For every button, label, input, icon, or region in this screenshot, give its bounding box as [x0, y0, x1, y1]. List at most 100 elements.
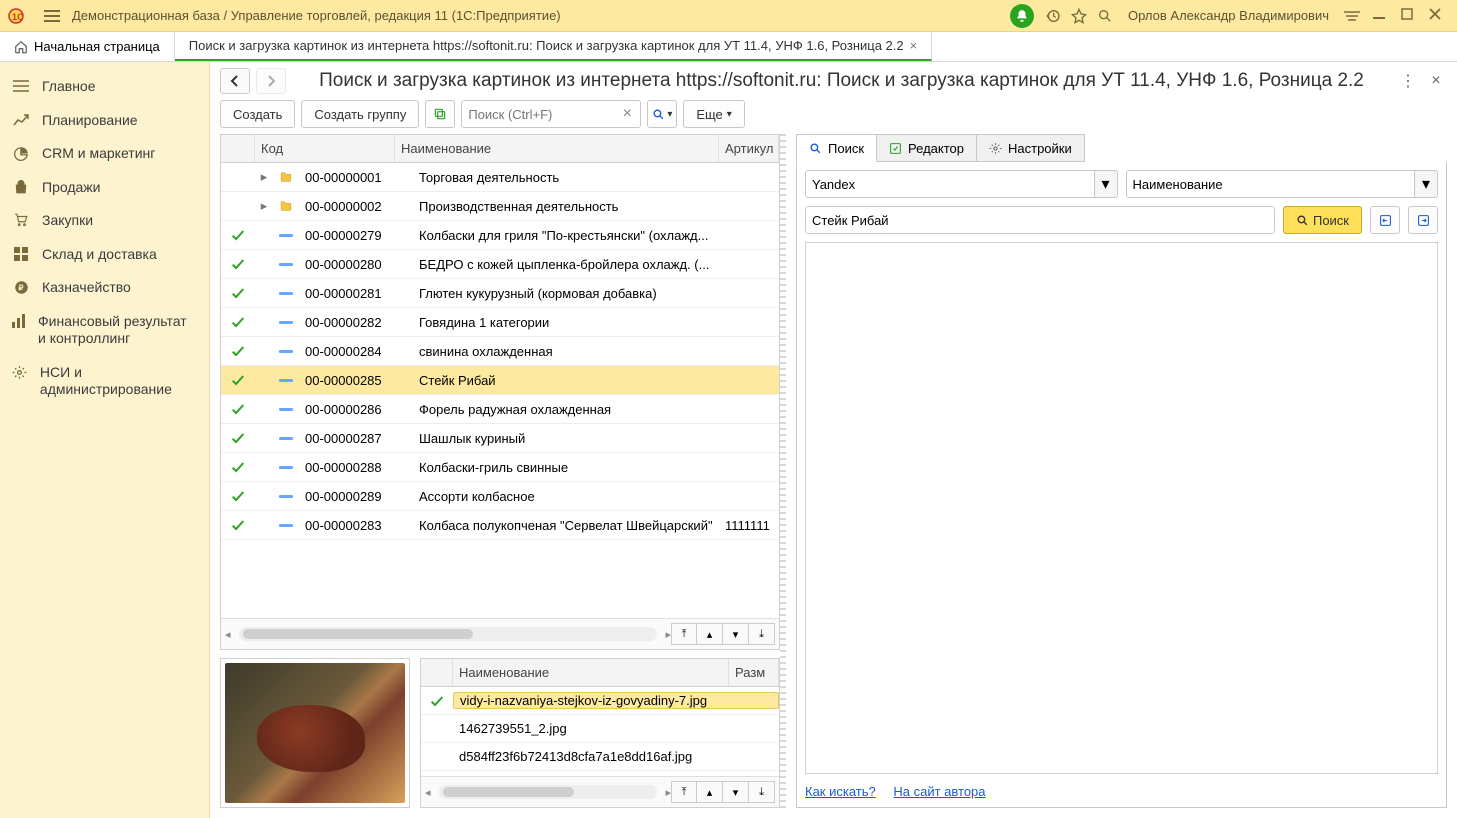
search-input[interactable]	[461, 100, 641, 128]
right-tab-settings[interactable]: Настройки	[977, 134, 1085, 162]
row-code: 00-00000285	[299, 373, 413, 388]
files-col-size[interactable]: Разм	[729, 659, 779, 686]
table-row[interactable]: ▸00-00000283Колбаса полукопченая "Сервел…	[221, 511, 779, 540]
panel-settings-icon[interactable]	[1339, 3, 1365, 29]
col-name[interactable]: Наименование	[395, 135, 719, 162]
files-col-name[interactable]: Наименование	[453, 659, 729, 686]
nav-item-crm[interactable]: CRM и маркетинг	[0, 137, 209, 171]
row-mark	[221, 256, 255, 272]
create-group-button[interactable]: Создать группу	[301, 100, 419, 128]
notifications-icon[interactable]	[1010, 4, 1034, 28]
row-mark	[221, 372, 255, 388]
files-scroll-up-button[interactable]: ▴	[697, 781, 723, 803]
scroll-down-button[interactable]: ▾	[723, 623, 749, 645]
files-scroll-top-button[interactable]: ⤒	[671, 781, 697, 803]
home-icon	[14, 40, 28, 54]
scroll-up-button[interactable]: ▴	[697, 623, 723, 645]
scroll-bottom-button[interactable]: ⤓	[749, 623, 775, 645]
file-row[interactable]: d584ff23f6b72413d8cfa7a1e8dd16af.jpg	[421, 743, 779, 771]
file-row[interactable]: 1462739551_2.jpg	[421, 715, 779, 743]
global-search-icon[interactable]	[1092, 3, 1118, 29]
window-close-icon[interactable]	[1421, 8, 1449, 23]
nav-item-admin[interactable]: НСИ и администрирование	[0, 356, 209, 407]
files-col-mark[interactable]	[421, 659, 453, 686]
table-row[interactable]: ▸00-00000281Глютен кукурузный (кормовая …	[221, 279, 779, 308]
create-group-label: Создать группу	[314, 107, 406, 122]
file-row[interactable]: vidy-i-nazvaniya-stejkov-iz-govyadiny-7.…	[421, 687, 779, 715]
tab-home[interactable]: Начальная страница	[0, 32, 175, 61]
more-button[interactable]: Еще▾	[683, 100, 744, 128]
col-code[interactable]: Код	[255, 135, 395, 162]
query-input[interactable]	[805, 206, 1275, 234]
table-row[interactable]: ▸00-00000279Колбаски для гриля "По-крест…	[221, 221, 779, 250]
expand-icon[interactable]: ▸	[255, 169, 273, 185]
expand-icon: ▸	[255, 372, 273, 388]
engine-select: ▾	[805, 170, 1118, 198]
table-row[interactable]: ▸00-00000287Шашлык куриный	[221, 424, 779, 453]
right-tab-search[interactable]: Поиск	[796, 134, 877, 162]
nav-back-button[interactable]	[220, 68, 250, 94]
tab-close-icon[interactable]: ×	[910, 38, 918, 53]
do-search-button[interactable]: Поиск	[1283, 206, 1362, 234]
copy-button[interactable]	[425, 100, 455, 128]
nav-item-finance[interactable]: Финансовый результат и контроллинг	[0, 305, 209, 356]
page-close-icon[interactable]: ×	[1425, 72, 1447, 90]
item-icon	[273, 292, 299, 295]
files-h-scrollbar[interactable]	[439, 785, 658, 799]
row-name: Глютен кукурузный (кормовая добавка)	[413, 286, 719, 301]
history-icon[interactable]	[1040, 3, 1066, 29]
favorites-icon[interactable]	[1066, 3, 1092, 29]
nav-forward-button[interactable]	[256, 68, 286, 94]
window-minimize-icon[interactable]	[1365, 8, 1393, 23]
row-mark	[221, 459, 255, 475]
search-clear-icon[interactable]: ×	[617, 104, 637, 124]
link-author[interactable]: На сайт автора	[893, 784, 985, 799]
table-row[interactable]: ▸00-00000285Стейк Рибай	[221, 366, 779, 395]
nav-item-purchases[interactable]: Закупки	[0, 204, 209, 238]
nav-item-warehouse[interactable]: Склад и доставка	[0, 238, 209, 272]
window-maximize-icon[interactable]	[1393, 8, 1421, 23]
nav-item-sales[interactable]: Продажи	[0, 171, 209, 205]
table-row[interactable]: ▸00-00000282Говядина 1 категории	[221, 308, 779, 337]
create-button[interactable]: Создать	[220, 100, 295, 128]
table-row[interactable]: ▸00-00000286Форель радужная охлажденная	[221, 395, 779, 424]
expand-icon: ▸	[255, 430, 273, 446]
main-menu-icon[interactable]	[42, 6, 62, 26]
vertical-splitter[interactable]	[780, 134, 786, 808]
table-row[interactable]: ▸00-00000280БЕДРО с кожей цыпленка-бройл…	[221, 250, 779, 279]
tab-active[interactable]: Поиск и загрузка картинок из интернета h…	[175, 32, 932, 61]
section-nav: Главное Планирование CRM и маркетинг Про…	[0, 62, 210, 818]
link-howto[interactable]: Как искать?	[805, 784, 876, 799]
table-row[interactable]: ▸00-00000002Производственная деятельност…	[221, 192, 779, 221]
engine-select-dropdown[interactable]: ▾	[1094, 170, 1118, 198]
files-scroll-down-button[interactable]: ▾	[723, 781, 749, 803]
expand-icon[interactable]: ▸	[255, 198, 273, 214]
right-tab-editor[interactable]: Редактор	[877, 134, 977, 162]
files-scroll-bottom-button[interactable]: ⤓	[749, 781, 775, 803]
row-name: Колбаса полукопченая "Сервелат Швейцарск…	[413, 518, 719, 533]
scroll-top-button[interactable]: ⤒	[671, 623, 697, 645]
h-scrollbar[interactable]	[239, 627, 658, 641]
page-more-icon[interactable]: ⋮	[1397, 71, 1419, 91]
searchby-select-dropdown[interactable]: ▾	[1414, 170, 1438, 198]
table-row[interactable]: ▸00-00000284свинина охлажденная	[221, 337, 779, 366]
table-row[interactable]: ▸00-00000288Колбаски-гриль свинные	[221, 453, 779, 482]
col-article[interactable]: Артикул	[719, 135, 779, 162]
search-button[interactable]: ▾	[647, 100, 677, 128]
col-mark[interactable]	[221, 135, 255, 162]
item-icon	[273, 379, 299, 382]
row-name: Производственная деятельность	[413, 199, 719, 214]
import-button[interactable]	[1370, 206, 1400, 234]
table-row[interactable]: ▸00-00000001Торговая деятельность	[221, 163, 779, 192]
user-name[interactable]: Орлов Александр Владимирович	[1128, 8, 1329, 23]
searchby-select-value[interactable]	[1126, 170, 1415, 198]
nav-item-treasury[interactable]: ₽Казначейство	[0, 271, 209, 305]
table-row[interactable]: ▸00-00000289Ассорти колбасное	[221, 482, 779, 511]
image-preview[interactable]	[220, 658, 410, 808]
export-button[interactable]	[1408, 206, 1438, 234]
engine-select-value[interactable]	[805, 170, 1094, 198]
row-code: 00-00000288	[299, 460, 413, 475]
nav-item-planning[interactable]: Планирование	[0, 104, 209, 138]
pie-icon	[12, 145, 30, 161]
nav-item-main[interactable]: Главное	[0, 70, 209, 104]
